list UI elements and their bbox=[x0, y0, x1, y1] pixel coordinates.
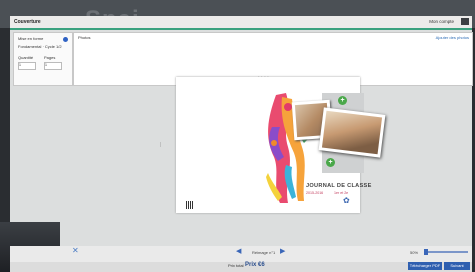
prev-page-icon[interactable]: ◀ bbox=[236, 247, 241, 255]
menu-icon[interactable] bbox=[461, 18, 469, 25]
cover-years: 2015-2016 bbox=[306, 191, 324, 195]
level-option[interactable]: Fondamental · Cycle 1/2 bbox=[18, 44, 62, 49]
zoom-slider-handle[interactable] bbox=[424, 249, 428, 255]
photos-label: Photos bbox=[78, 35, 91, 40]
radio-selected-icon[interactable] bbox=[63, 37, 68, 42]
pages-input[interactable]: 1 bbox=[44, 62, 62, 70]
add-photo-bottom-icon[interactable]: + bbox=[326, 158, 335, 167]
layout-option[interactable]: Mise en forme bbox=[18, 36, 43, 41]
add-photos-link[interactable]: Ajouter des photos bbox=[436, 35, 469, 40]
price-label: Prix total bbox=[228, 263, 244, 268]
page-title: Couverture bbox=[14, 19, 41, 25]
account-link[interactable]: Mon compte bbox=[429, 19, 454, 24]
zoom-slider[interactable] bbox=[424, 251, 468, 253]
next-page-icon[interactable]: ▶ bbox=[280, 247, 285, 255]
cover-subtitle: 1er et 2e bbox=[334, 191, 349, 195]
app-header: Couverture Mon compte bbox=[10, 16, 472, 30]
pages-label: Pages bbox=[44, 55, 56, 60]
download-pdf-button[interactable]: Télécharger PDF bbox=[408, 262, 442, 270]
zoom-level: 50% bbox=[410, 250, 419, 255]
options-panel: Mise en forme Fondamental · Cycle 1/2 Qu… bbox=[13, 32, 73, 86]
barcode-icon bbox=[186, 201, 194, 209]
quantity-input[interactable]: 1 bbox=[18, 62, 36, 70]
price-value: Prix €6 bbox=[245, 262, 265, 268]
next-button[interactable]: Suivant bbox=[444, 262, 470, 270]
add-photo-top-icon[interactable]: + bbox=[338, 96, 347, 105]
quantity-label: Quantité bbox=[18, 55, 34, 60]
school-logo-icon: ✿ bbox=[343, 196, 350, 205]
photo-image bbox=[321, 110, 383, 155]
cover-photo-2[interactable] bbox=[318, 107, 386, 158]
close-icon[interactable]: ✕ bbox=[72, 246, 79, 255]
page-indicator: Réimage n°1 bbox=[252, 250, 276, 255]
spine-marker: | bbox=[160, 142, 162, 148]
cover-title: JOURNAL DE CLASSE bbox=[306, 183, 372, 189]
